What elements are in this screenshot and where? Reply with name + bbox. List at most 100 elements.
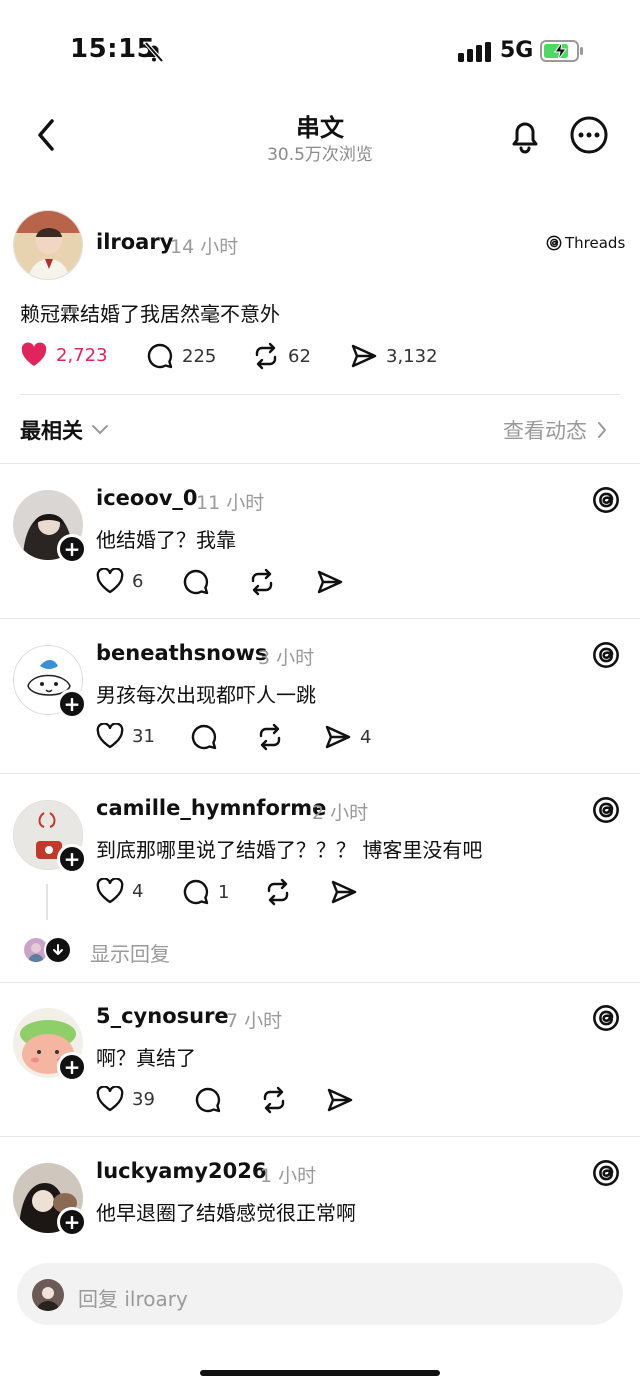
repost-icon (267, 878, 289, 906)
follow-plus-icon[interactable]: + (57, 689, 87, 719)
share-icon (325, 725, 351, 749)
share-icon (331, 880, 357, 904)
bell-off-icon (142, 40, 166, 64)
home-indicator[interactable] (200, 1370, 440, 1376)
post-like-button[interactable]: 2,723 (20, 342, 108, 368)
comment-share-button[interactable] (316, 568, 344, 596)
sort-dropdown[interactable]: 最相关 (20, 415, 109, 445)
divider (0, 463, 640, 464)
comment-username[interactable]: 5_cynosure (96, 1004, 229, 1028)
threads-source-badge[interactable]: Threads (546, 234, 625, 252)
comment-username[interactable]: iceoov_0 (96, 486, 198, 510)
repost-icon (255, 342, 277, 370)
battery-charging-icon (540, 40, 584, 62)
comment-icon (195, 1087, 221, 1113)
threads-logo-icon[interactable] (592, 1159, 620, 1187)
threads-logo-icon[interactable] (592, 486, 620, 514)
post-text: 赖冠霖结婚了我居然毫不意外 (20, 302, 280, 326)
network-type: 5G (500, 38, 534, 63)
comment-time: 11 小时 (196, 492, 265, 514)
comment-reply-button[interactable] (190, 723, 218, 751)
repost-icon (263, 1086, 285, 1114)
comment-share-count: 4 (360, 726, 372, 748)
heart-icon (21, 342, 47, 366)
comment-time: 7 小时 (226, 1010, 283, 1032)
threads-source-label: Threads (565, 234, 626, 252)
comment-reply-button[interactable]: 1 (182, 878, 229, 906)
signal-icon (458, 42, 492, 62)
comment-reply-button[interactable] (194, 1086, 222, 1114)
comment-time: 1 小时 (260, 1165, 317, 1187)
comment-reply-button[interactable] (182, 568, 210, 596)
comment-username[interactable]: beneathsnows (96, 641, 267, 665)
comment-icon (147, 343, 173, 369)
more-button[interactable] (568, 114, 610, 156)
post-comment-count: 225 (182, 345, 217, 367)
comment-time: 3 小时 (258, 647, 315, 669)
comment-text: 男孩每次出现都吓人一跳 (96, 683, 316, 707)
chevron-down-icon (92, 425, 108, 435)
comment-text: 他结婚了？我靠 (96, 528, 236, 552)
chevron-right-icon (598, 422, 607, 438)
comment-share-button[interactable] (330, 878, 358, 906)
comment-like-button[interactable]: 31 (96, 723, 155, 749)
comment-repost-button[interactable] (260, 1086, 288, 1114)
post-like-count: 2,723 (56, 344, 108, 366)
comment-repost-button[interactable] (248, 568, 276, 596)
comment-like-button[interactable]: 39 (96, 1086, 155, 1112)
comment-username[interactable]: camille_hymnforme (96, 796, 326, 820)
post-comment-button[interactable]: 225 (146, 342, 216, 370)
follow-plus-icon[interactable]: + (57, 534, 87, 564)
comment-time: 2 小时 (312, 802, 369, 824)
comment-share-button[interactable] (326, 1086, 354, 1114)
comment-icon (191, 724, 217, 750)
bell-icon (512, 122, 538, 154)
threads-logo-icon[interactable] (592, 641, 620, 669)
comment-text: 啊？真结了 (96, 1046, 196, 1070)
comment-like-button[interactable]: 6 (96, 568, 143, 594)
post-repost-count: 62 (288, 345, 311, 367)
down-arrow-icon[interactable] (44, 936, 72, 964)
post-author-avatar[interactable] (13, 210, 83, 280)
comment-icon (183, 569, 209, 595)
divider (20, 394, 620, 395)
divider (0, 618, 640, 619)
post-username[interactable]: ilroary (96, 230, 173, 254)
comment-share-button[interactable]: 4 (324, 723, 371, 751)
follow-plus-icon[interactable]: + (57, 844, 87, 874)
heart-icon (96, 878, 124, 904)
comment-repost-button[interactable] (256, 723, 284, 751)
comment-icon (183, 879, 209, 905)
post-share-button[interactable]: 3,132 (350, 342, 438, 370)
comment-text: 到底那哪里说了结婚了？？？ 博客里没有吧 (96, 838, 483, 862)
sort-label: 最相关 (20, 419, 83, 443)
follow-plus-icon[interactable]: + (57, 1052, 87, 1082)
comment-username[interactable]: luckyamy2026 (96, 1159, 266, 1183)
heart-icon (96, 1086, 124, 1112)
share-icon (351, 344, 377, 368)
follow-plus-icon[interactable]: + (57, 1207, 87, 1237)
divider (0, 982, 640, 983)
heart-icon (96, 723, 124, 749)
share-icon (327, 1088, 353, 1112)
threads-logo-icon[interactable] (592, 1004, 620, 1032)
comment-text: 他早退圈了结婚感觉很正常啊 (96, 1201, 356, 1225)
comment-like-count: 39 (132, 1088, 155, 1110)
notification-button[interactable] (505, 114, 545, 156)
reply-placeholder[interactable]: 回复 ilroary (78, 1283, 188, 1312)
show-replies-link[interactable]: 显示回复 (90, 938, 170, 967)
post-repost-button[interactable]: 62 (252, 342, 311, 370)
threads-logo-icon (546, 235, 562, 251)
comment-repost-button[interactable] (264, 878, 292, 906)
divider (0, 1136, 640, 1137)
heart-icon (96, 568, 124, 594)
comment-like-count: 31 (132, 725, 155, 747)
thread-line (46, 884, 48, 920)
divider (0, 773, 640, 774)
comment-like-button[interactable]: 4 (96, 878, 143, 904)
threads-logo-icon[interactable] (592, 796, 620, 824)
view-activity-link[interactable]: 查看动态 (503, 415, 607, 445)
more-icon (570, 116, 608, 154)
current-user-avatar (32, 1279, 64, 1311)
comment-like-count: 6 (132, 570, 144, 592)
